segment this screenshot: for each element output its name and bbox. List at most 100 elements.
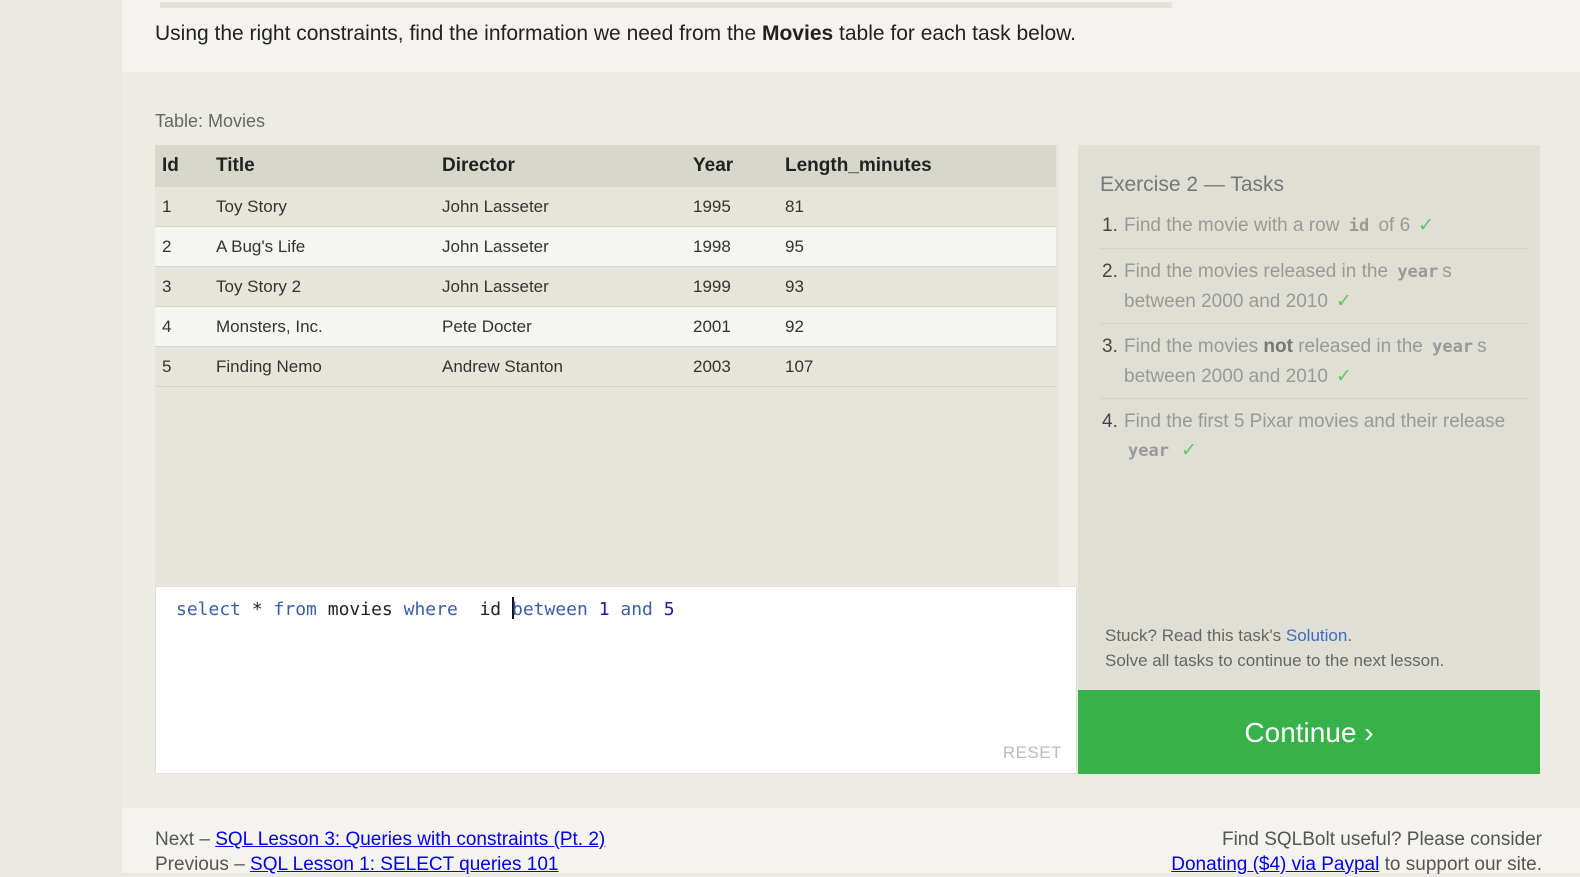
sql-keyword-where: where — [403, 599, 458, 620]
table-row: 3 Toy Story 2 John Lasseter 1999 93 — [155, 266, 1056, 307]
reset-button[interactable]: RESET — [1003, 743, 1062, 763]
divider — [160, 2, 1172, 8]
lesson-navigation: Next – SQL Lesson 3: Queries with constr… — [155, 827, 605, 877]
cell-length: 107 — [785, 346, 1056, 387]
sql-keyword-select: select — [176, 599, 242, 620]
sql-token: * — [241, 599, 274, 620]
sql-space — [588, 599, 599, 620]
sql-column-name: id — [457, 599, 512, 620]
checkmark-icon: ✓ — [1418, 215, 1435, 236]
intro-text: Using the right constraints, find the in… — [155, 22, 762, 45]
cell-title: Finding Nemo — [216, 346, 442, 387]
sql-query-editor[interactable]: select * from movies where id between 1 … — [155, 586, 1077, 774]
sql-table-name: movies — [316, 599, 404, 620]
cell-year: 2001 — [693, 306, 785, 347]
sql-query-code[interactable]: select * from movies where id between 1 … — [176, 597, 675, 620]
donate-line: Donating ($4) via Paypal to support our … — [1171, 852, 1542, 877]
support-text: Find SQLBolt useful? Please consider — [1221, 829, 1542, 850]
solution-link[interactable]: Solution — [1286, 626, 1347, 645]
task-text: released in the — [1292, 336, 1429, 357]
task-code: year — [1397, 262, 1439, 282]
task-text: Find the movie with a row — [1124, 215, 1345, 236]
cell-length: 95 — [785, 226, 1056, 267]
stuck-text-end: . — [1347, 626, 1353, 645]
column-header-id: Id — [155, 145, 216, 187]
checkmark-icon: ✓ — [1335, 291, 1352, 312]
task-text: of 6 — [1373, 215, 1411, 236]
checkmark-icon: ✓ — [1335, 366, 1352, 387]
task-item: 2. Find the movies released in the year s … — [1100, 257, 1528, 324]
column-header-year: Year — [693, 145, 785, 187]
task-code: id — [1348, 216, 1370, 236]
task-text: Find the first 5 Pixar movies and their … — [1124, 411, 1506, 432]
table-row: 5 Finding Nemo Andrew Stanton 2003 107 — [155, 346, 1056, 387]
support-note: Find SQLBolt useful? Please consider Don… — [1171, 827, 1542, 877]
task-text: Find the movies released in the — [1124, 261, 1394, 282]
cell-length: 92 — [785, 306, 1056, 347]
sql-space — [653, 599, 664, 620]
previous-lesson: Previous – SQL Lesson 1: SELECT queries … — [155, 852, 605, 877]
tasks-panel: Exercise 2 — Tasks 1. Find the movie with… — [1078, 145, 1540, 690]
cell-director: John Lasseter — [442, 266, 693, 307]
stuck-text: Stuck? Read this task's — [1105, 626, 1286, 645]
cell-year: 1998 — [693, 226, 785, 267]
results-table: Id Title Director Year Length_minutes 1 … — [155, 145, 1056, 387]
cell-id: 3 — [155, 266, 216, 307]
results-table-panel: Id Title Director Year Length_minutes 1 … — [155, 145, 1058, 586]
cell-director: Pete Docter — [442, 306, 693, 347]
task-code: year — [1128, 441, 1169, 461]
next-lesson: Next – SQL Lesson 3: Queries with constr… — [155, 827, 605, 852]
task-text: Find the movies — [1124, 336, 1264, 357]
task-number: 2. — [1102, 261, 1118, 282]
task-code: year — [1432, 337, 1474, 357]
cell-id: 2 — [155, 226, 216, 267]
intro-table-name: Movies — [761, 22, 834, 45]
sql-keyword-between: between — [511, 599, 588, 620]
cell-title: Toy Story — [216, 187, 442, 227]
next-prefix: Next – — [155, 829, 216, 850]
cell-title: A Bug's Life — [216, 226, 442, 267]
solve-all-text: Solve all tasks to continue to the next … — [1105, 651, 1445, 670]
cell-title: Monsters, Inc. — [216, 306, 442, 347]
task-number: 3. — [1102, 336, 1118, 357]
cell-director: John Lasseter — [442, 187, 693, 227]
cell-id: 4 — [155, 306, 216, 347]
column-header-length: Length_minutes — [785, 145, 1056, 187]
support-suffix: to support our site. — [1379, 854, 1542, 875]
sql-number: 1 — [598, 599, 610, 620]
sql-space — [610, 599, 621, 620]
previous-prefix: Previous – — [155, 854, 251, 875]
previous-lesson-link[interactable]: SQL Lesson 1: SELECT queries 101 — [250, 854, 558, 875]
next-lesson-link[interactable]: SQL Lesson 3: Queries with constraints (… — [215, 829, 605, 850]
table-row: 1 Toy Story John Lasseter 1995 81 — [155, 187, 1056, 227]
cell-length: 93 — [785, 266, 1056, 307]
cell-year: 1999 — [693, 266, 785, 307]
table-caption: Table: Movies — [155, 111, 266, 131]
cell-year: 1995 — [693, 187, 785, 227]
continue-button[interactable]: Continue › — [1078, 690, 1540, 774]
cell-year: 2003 — [693, 346, 785, 387]
donate-link[interactable]: Donating ($4) via Paypal — [1171, 854, 1379, 875]
column-header-title: Title — [216, 145, 442, 187]
table-row: 2 A Bug's Life John Lasseter 1998 95 — [155, 226, 1056, 267]
column-header-director: Director — [442, 145, 693, 187]
table-row: 4 Monsters, Inc. Pete Docter 2001 92 — [155, 306, 1056, 347]
cell-director: Andrew Stanton — [442, 346, 693, 387]
task-item: 4. Find the first 5 Pixar movies and thei… — [1100, 407, 1528, 473]
sql-number: 5 — [663, 599, 675, 620]
lesson-content: Using the right constraints, find the in… — [122, 0, 1580, 875]
exercise-intro: Using the right constraints, find the in… — [155, 22, 1076, 46]
help-text: Stuck? Read this task's Solution. Solve … — [1105, 623, 1444, 673]
tasks-title: Exercise 2 — Tasks — [1100, 173, 1285, 196]
cell-length: 81 — [785, 187, 1056, 227]
sql-keyword-from: from — [273, 599, 317, 620]
task-emphasis: not — [1263, 336, 1293, 357]
cell-title: Toy Story 2 — [216, 266, 442, 307]
table-header-row: Id Title Director Year Length_minutes — [155, 145, 1056, 187]
task-number: 4. — [1102, 411, 1118, 432]
checkmark-icon: ✓ — [1180, 440, 1197, 461]
task-list: 1. Find the movie with a row id of 6 ✓ 2. F… — [1100, 211, 1528, 481]
cell-id: 5 — [155, 346, 216, 387]
task-item: 3. Find the movies not released in the ye… — [1100, 332, 1528, 399]
task-item: 1. Find the movie with a row id of 6 ✓ — [1100, 211, 1528, 249]
